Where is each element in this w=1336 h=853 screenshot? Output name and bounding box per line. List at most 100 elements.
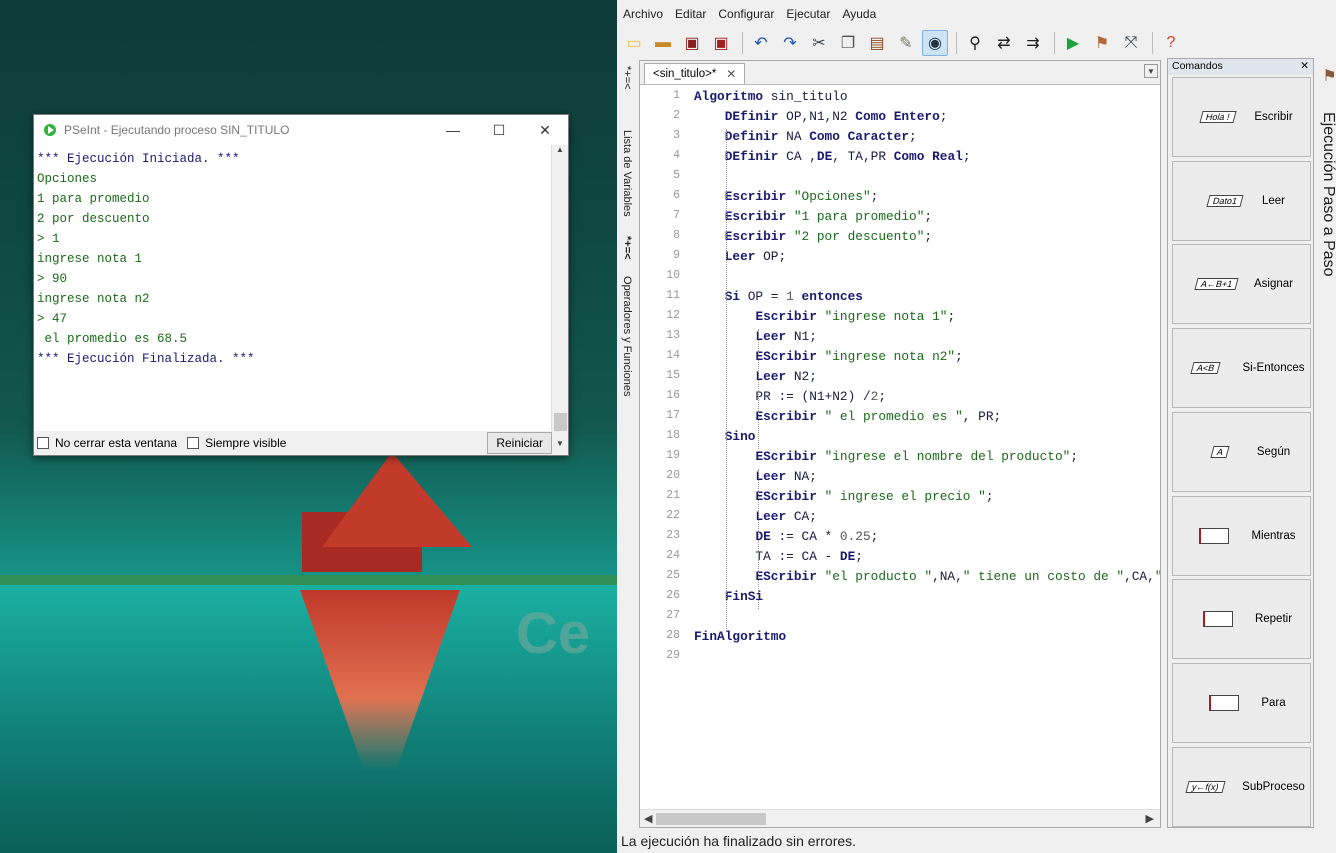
code-area[interactable]: 1 Algoritmo sin_titulo 2 DEfinir OP,N1,N2 …	[640, 85, 1160, 805]
paste-icon[interactable]: ▤	[864, 30, 890, 56]
command-shape-text: y←f(x)	[1185, 780, 1226, 793]
editor-hscrollbar[interactable]: ◀ ▶	[640, 809, 1160, 827]
new-file-icon[interactable]: ▭	[621, 30, 647, 56]
siempre-visible-checkbox[interactable]: Siempre visible	[187, 436, 286, 450]
tab-sin-titulo[interactable]: <sin_titulo>* ✕	[644, 63, 746, 84]
console-line: *** Ejecución Finalizada. ***	[37, 352, 255, 366]
code-line[interactable]: Definir NA Como Caracter;	[694, 129, 917, 144]
edit-icon[interactable]: ✎	[893, 30, 919, 56]
cut-icon[interactable]: ✂	[806, 30, 832, 56]
code-editor[interactable]: <sin_titulo>* ✕ ▼ 1 Algoritmo sin_titulo 2…	[639, 60, 1161, 828]
command-label: Mientras	[1251, 529, 1296, 542]
code-line[interactable]: Leer N2;	[694, 369, 816, 384]
search-next-icon[interactable]: ⇉	[1020, 30, 1046, 56]
ejecucion-paso-a-paso-tab[interactable]: Ejecución Paso a Paso	[1319, 112, 1336, 277]
flow-view-icon[interactable]: ◉	[922, 30, 948, 56]
close-tab-icon[interactable]: ✕	[726, 67, 736, 81]
operators-icon[interactable]: *+=<	[621, 236, 633, 260]
reiniciar-button[interactable]: Reiniciar	[487, 432, 552, 454]
line-number: 28	[666, 629, 680, 642]
code-line[interactable]: Si OP = 1 entonces	[694, 289, 863, 304]
indent-guide	[758, 329, 759, 449]
line-number: 17	[666, 409, 680, 422]
tabs-dropdown-icon[interactable]: ▼	[1144, 64, 1158, 78]
scroll-right-icon[interactable]: ▶	[1146, 812, 1154, 825]
close-button[interactable]: ✕	[522, 122, 568, 139]
command-shape-text: A←B+1	[1194, 278, 1240, 291]
close-commands-icon[interactable]: ✕	[1300, 60, 1309, 74]
command-repetir[interactable]: Repetir	[1172, 579, 1311, 660]
code-line[interactable]: Escribir "ingrese nota 1";	[694, 309, 955, 324]
menu-editar[interactable]: Editar	[675, 7, 706, 21]
menu-ejecutar[interactable]: Ejecutar	[786, 7, 830, 21]
code-line[interactable]: FinSi	[694, 589, 763, 604]
console-line: *** Ejecución Iniciada. ***	[37, 152, 240, 166]
command-si-entonces[interactable]: A<B Si-Entonces	[1172, 328, 1311, 409]
code-line[interactable]: Sino	[694, 429, 756, 444]
scroll-down-icon[interactable]: ▼	[552, 439, 568, 455]
redo-icon[interactable]: ↷	[777, 30, 803, 56]
open-folder-icon[interactable]: ▬	[650, 30, 676, 56]
help-icon[interactable]: ?	[1158, 30, 1184, 56]
command-leer[interactable]: Dato1 Leer	[1172, 160, 1311, 241]
line-number: 12	[666, 309, 680, 322]
code-line[interactable]: Leer NA;	[694, 469, 816, 484]
code-line[interactable]: DEfinir CA ,DE, TA,PR Como Real;	[694, 149, 971, 164]
variables-icon[interactable]: *+=<	[621, 66, 633, 90]
footsteps-icon[interactable]: ⚑	[1319, 66, 1336, 85]
replace-icon[interactable]: ⇄	[991, 30, 1017, 56]
console-line: > 47	[37, 312, 68, 326]
code-line[interactable]: Escribir "2 por descuento";	[694, 229, 932, 244]
hscroll-thumb[interactable]	[656, 813, 766, 825]
menu-ayuda[interactable]: Ayuda	[842, 7, 876, 21]
operadores-y-funciones-tab[interactable]: Operadores y Funciones	[621, 276, 633, 396]
code-line[interactable]: Leer CA;	[694, 509, 816, 524]
command-escribir[interactable]: Hola ! Escribir	[1172, 77, 1311, 157]
undo-icon[interactable]: ↶	[748, 30, 774, 56]
search-icon[interactable]: ⚲	[962, 30, 988, 56]
command-label: Si-Entonces	[1242, 362, 1305, 375]
save-as-icon[interactable]: ▣	[708, 30, 734, 56]
maximize-button[interactable]: ☐	[476, 122, 522, 139]
command-subproceso[interactable]: y←f(x) SubProceso	[1172, 746, 1311, 827]
code-line[interactable]: PR := (N1+N2) /2;	[694, 389, 886, 404]
scroll-thumb[interactable]	[554, 413, 567, 431]
code-line[interactable]: TA := CA - DE;	[694, 549, 863, 564]
line-number: 1	[673, 89, 680, 102]
scroll-up-icon[interactable]: ▲	[552, 145, 568, 161]
code-line[interactable]: DEfinir OP,N1,N2 Como Entero;	[694, 109, 948, 124]
command-asignar[interactable]: A←B+1 Asignar	[1172, 244, 1311, 325]
code-line[interactable]: EScribir "ingrese el nombre del producto…	[694, 449, 1078, 464]
code-line[interactable]: Leer OP;	[694, 249, 786, 264]
console-footer: No cerrar esta ventana Siempre visible R…	[34, 431, 552, 455]
console-scrollbar[interactable]: ▲ ▼	[551, 145, 568, 455]
run-icon[interactable]: ▶	[1060, 30, 1086, 56]
code-line[interactable]: EScribir " ingrese el precio ";	[694, 489, 993, 504]
console-window[interactable]: PSeInt - Ejecutando proceso SIN_TITULO —…	[33, 114, 569, 456]
copy-icon[interactable]: ❐	[835, 30, 861, 56]
save-icon[interactable]: ▣	[679, 30, 705, 56]
code-line[interactable]: EScribir "ingrese nota n2";	[694, 349, 962, 364]
code-line[interactable]: Leer N1;	[694, 329, 816, 344]
menu-archivo[interactable]: Archivo	[623, 7, 663, 21]
left-side-panel: *+=< Lista de Variables *+=< Operadores …	[617, 60, 639, 828]
step-icon[interactable]: ⚑	[1089, 30, 1115, 56]
code-line[interactable]: Escribir " el promedio es ", PR;	[694, 409, 1001, 424]
flowchart-icon[interactable]: ⤧	[1118, 30, 1144, 56]
indent-guide	[758, 469, 759, 609]
code-line[interactable]: Algoritmo sin_titulo	[694, 89, 848, 104]
code-line[interactable]: EScribir "el producto ",NA," tiene un co…	[694, 569, 1160, 584]
minimize-button[interactable]: —	[430, 122, 476, 139]
code-line[interactable]: DE := CA * 0.25;	[694, 529, 878, 544]
menu-configurar[interactable]: Configurar	[718, 7, 774, 21]
command-mientras[interactable]: Mientras	[1172, 495, 1311, 576]
scroll-left-icon[interactable]: ◀	[644, 812, 652, 825]
code-line[interactable]: Escribir "1 para promedio";	[694, 209, 932, 224]
lista-de-variables-tab[interactable]: Lista de Variables	[621, 130, 633, 217]
code-line[interactable]: Escribir "Opciones";	[694, 189, 879, 204]
console-titlebar[interactable]: PSeInt - Ejecutando proceso SIN_TITULO —…	[34, 115, 568, 145]
code-line[interactable]: FinAlgoritmo	[694, 629, 786, 644]
no-cerrar-checkbox[interactable]: No cerrar esta ventana	[37, 436, 177, 450]
command-para[interactable]: Para	[1172, 662, 1311, 743]
command-según[interactable]: A Según	[1172, 411, 1311, 492]
